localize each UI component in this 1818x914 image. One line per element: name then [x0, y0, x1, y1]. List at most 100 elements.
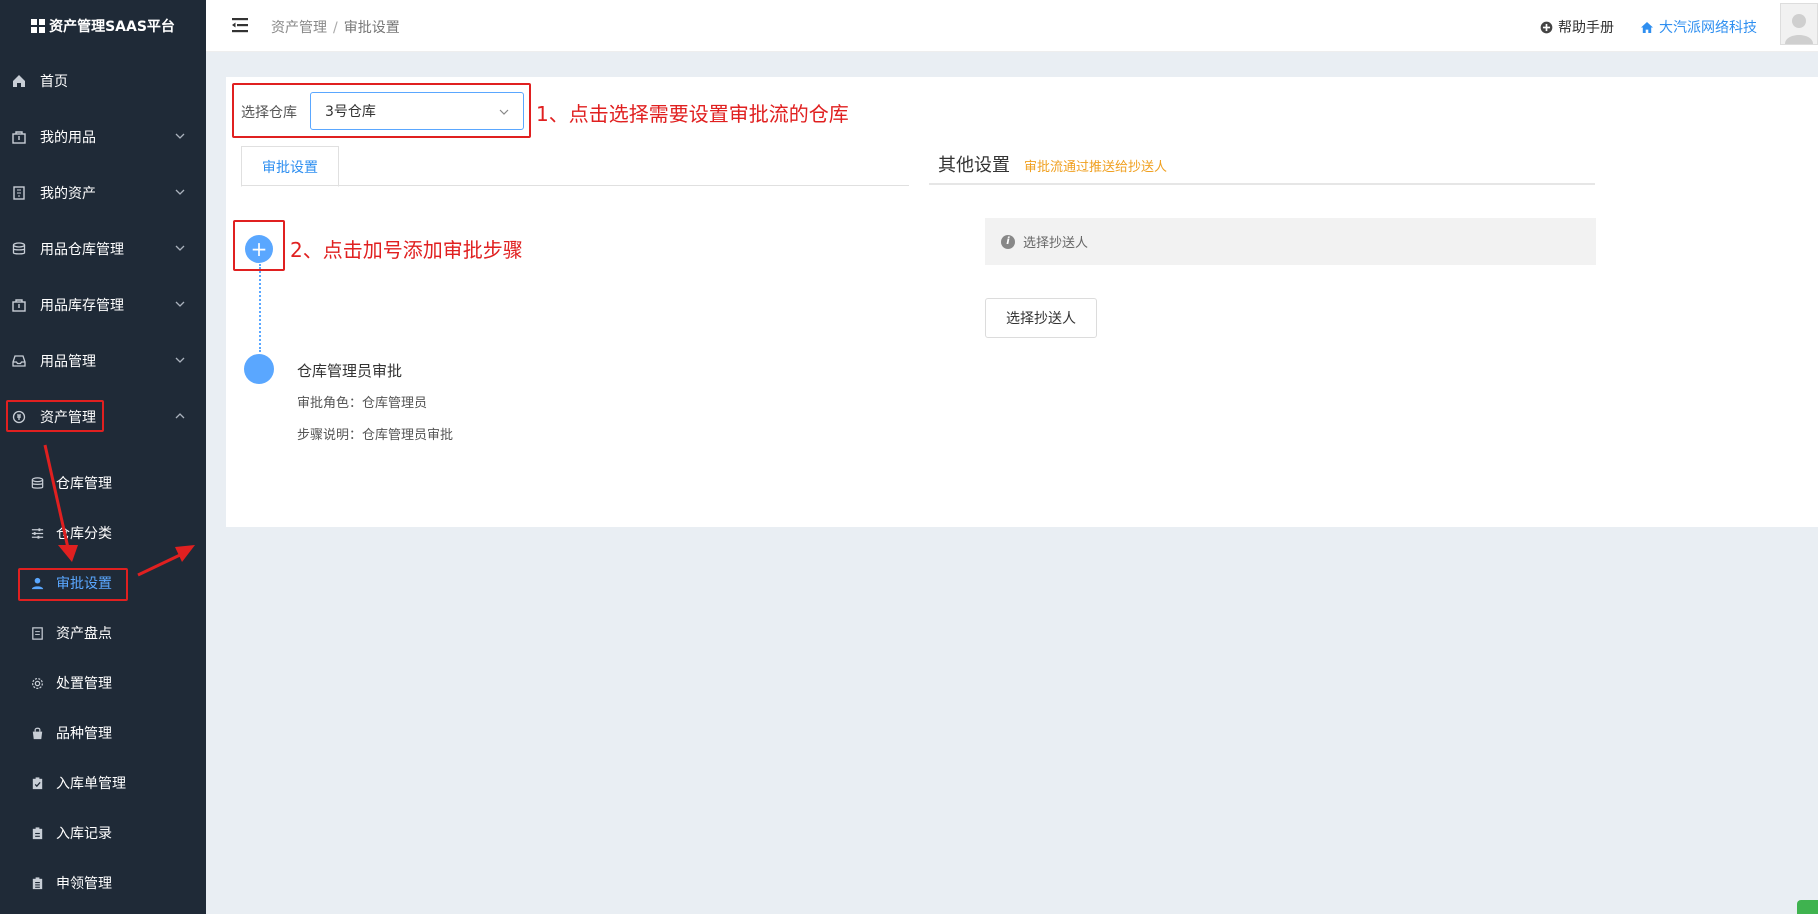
step-desc-value: 仓库管理员审批 — [362, 428, 454, 443]
company-link[interactable]: 大汽派网络科技 — [1640, 17, 1757, 37]
flow-connector — [259, 264, 261, 352]
sidebar-item-label: 资产管理 — [40, 410, 96, 426]
add-step-button[interactable]: + — [245, 235, 273, 263]
clipboard-icon — [28, 824, 46, 842]
step-role-value: 仓库管理员 — [362, 396, 428, 411]
sidebar-subitem-inbound-orders[interactable]: 入库单管理 — [0, 763, 206, 803]
building-icon — [10, 184, 28, 202]
sidebar-item-label: 首页 — [40, 74, 68, 90]
tab-approval-settings[interactable]: 审批设置 — [241, 146, 339, 187]
clipboard-list-icon — [28, 874, 46, 892]
cc-recipient-display: i 选择抄送人 — [985, 218, 1596, 265]
info-icon: i — [1001, 234, 1015, 249]
asset-icon — [10, 408, 28, 426]
sidebar-item-asset-management[interactable]: 资产管理 — [0, 397, 206, 437]
warehouse-select-value: 3号仓库 — [325, 104, 376, 120]
grid-logo-icon — [31, 19, 46, 33]
step-role: 审批角色：仓库管理员 — [297, 392, 427, 411]
tab-label: 审批设置 — [262, 159, 318, 176]
breadcrumb: 资产管理 / 审批设置 — [271, 17, 400, 37]
sidebar-subitem-label: 申领管理 — [56, 876, 112, 892]
sidebar-subitem-label: 入库记录 — [56, 826, 112, 842]
shopping-bag-icon — [28, 724, 46, 742]
sidebar-subitem-warehouse-category[interactable]: 仓库分类 — [0, 513, 206, 553]
select-cc-button[interactable]: 选择抄送人 — [985, 298, 1097, 338]
sidebar-subitem-asset-inventory[interactable]: 资产盘点 — [0, 613, 206, 653]
sidebar-subitem-variety[interactable]: 品种管理 — [0, 713, 206, 753]
sidebar-item-label: 用品仓库管理 — [40, 242, 124, 258]
chevron-down-icon — [175, 301, 185, 307]
chevron-down-icon — [175, 357, 185, 363]
warehouse-select[interactable]: 3号仓库 — [310, 92, 524, 130]
help-manual-label: 帮助手册 — [1558, 20, 1614, 36]
top-header: 资产管理 / 审批设置 帮助手册 大汽派网络科技 — [206, 0, 1818, 52]
annotation-step2: 2、点击加号添加审批步骤 — [290, 238, 523, 262]
sidebar-item-supply-warehouse[interactable]: 用品仓库管理 — [0, 229, 206, 269]
chevron-up-icon — [175, 413, 185, 419]
breadcrumb-current: 审批设置 — [343, 20, 400, 36]
avatar[interactable] — [1780, 3, 1818, 45]
database-icon — [28, 474, 46, 492]
chevron-down-icon — [175, 133, 185, 139]
sidebar-subitem-label: 处置管理 — [56, 676, 112, 692]
sidebar-subitem-requisition[interactable]: 申领管理 — [0, 863, 206, 903]
document-icon — [28, 624, 46, 642]
chevron-down-icon — [499, 109, 509, 115]
cc-placeholder: 选择抄送人 — [1023, 236, 1089, 251]
other-settings-title: 其他设置 — [938, 155, 1010, 176]
sidebar-subitem-label: 仓库分类 — [56, 526, 112, 542]
breadcrumb-separator: / — [333, 20, 338, 36]
sidebar-item-supply-stock[interactable]: 用品库存管理 — [0, 285, 206, 325]
sidebar-subitem-label: 审批设置 — [56, 576, 112, 592]
sidebar-subitem-label: 入库单管理 — [56, 776, 126, 792]
sidebar-subitem-label: 品种管理 — [56, 726, 112, 742]
sidebar-subitem-approval-settings[interactable]: 审批设置 — [0, 563, 206, 603]
sliders-icon — [28, 524, 46, 542]
gear-icon — [28, 674, 46, 692]
warehouse-label: 选择仓库 — [241, 105, 297, 121]
app-logo[interactable]: 资产管理SAAS平台 — [0, 0, 206, 52]
sidebar-subitem-inbound-records[interactable]: 入库记录 — [0, 813, 206, 853]
user-avatar-icon — [1785, 14, 1813, 44]
chevron-down-icon — [175, 245, 185, 251]
select-cc-label: 选择抄送人 — [1006, 311, 1076, 327]
bag-icon — [10, 128, 28, 146]
help-manual-link[interactable]: 帮助手册 — [1540, 17, 1614, 37]
box-icon — [10, 296, 28, 314]
inbox-icon — [10, 352, 28, 370]
plus-icon: + — [250, 237, 268, 261]
clipboard-check-icon — [28, 774, 46, 792]
step-description: 步骤说明：仓库管理员审批 — [297, 424, 453, 443]
corner-badge — [1797, 900, 1818, 914]
sidebar-item-supply-management[interactable]: 用品管理 — [0, 341, 206, 381]
sidebar-subitem-disposal[interactable]: 处置管理 — [0, 663, 206, 703]
home-icon — [1641, 21, 1653, 33]
step-role-label: 审批角色： — [297, 396, 363, 411]
app-title: 资产管理SAAS平台 — [49, 19, 175, 35]
breadcrumb-parent[interactable]: 资产管理 — [271, 20, 327, 36]
annotation-step1: 1、点击选择需要设置审批流的仓库 — [536, 102, 849, 126]
sidebar: 资产管理SAAS平台 首页 我的用品 我的资产 用品仓库管理 用品库存管理 用品… — [0, 0, 206, 914]
step-title: 仓库管理员审批 — [297, 362, 403, 380]
home-icon — [10, 72, 28, 90]
chevron-down-icon — [175, 189, 185, 195]
company-label: 大汽派网络科技 — [1659, 20, 1757, 36]
sidebar-subitem-warehouse[interactable]: 仓库管理 — [0, 463, 206, 503]
sidebar-item-label: 用品库存管理 — [40, 298, 124, 314]
sidebar-item-label: 我的用品 — [40, 130, 96, 146]
sidebar-item-my-supplies[interactable]: 我的用品 — [0, 117, 206, 157]
plus-circle-icon — [1540, 21, 1553, 33]
step-desc-label: 步骤说明： — [297, 428, 363, 443]
sidebar-item-label: 我的资产 — [40, 186, 96, 202]
other-settings-hint: 审批流通过推送给抄送人 — [1024, 160, 1168, 175]
user-icon — [28, 574, 46, 592]
tab-divider — [241, 185, 909, 186]
step-node[interactable] — [244, 354, 274, 384]
sidebar-subitem-label: 资产盘点 — [56, 626, 112, 642]
menu-collapse-icon[interactable] — [230, 15, 250, 35]
sidebar-item-my-assets[interactable]: 我的资产 — [0, 173, 206, 213]
database-icon — [10, 240, 28, 258]
sidebar-item-label: 用品管理 — [40, 354, 96, 370]
sidebar-item-home[interactable]: 首页 — [0, 61, 206, 101]
other-settings-divider — [929, 183, 1595, 185]
